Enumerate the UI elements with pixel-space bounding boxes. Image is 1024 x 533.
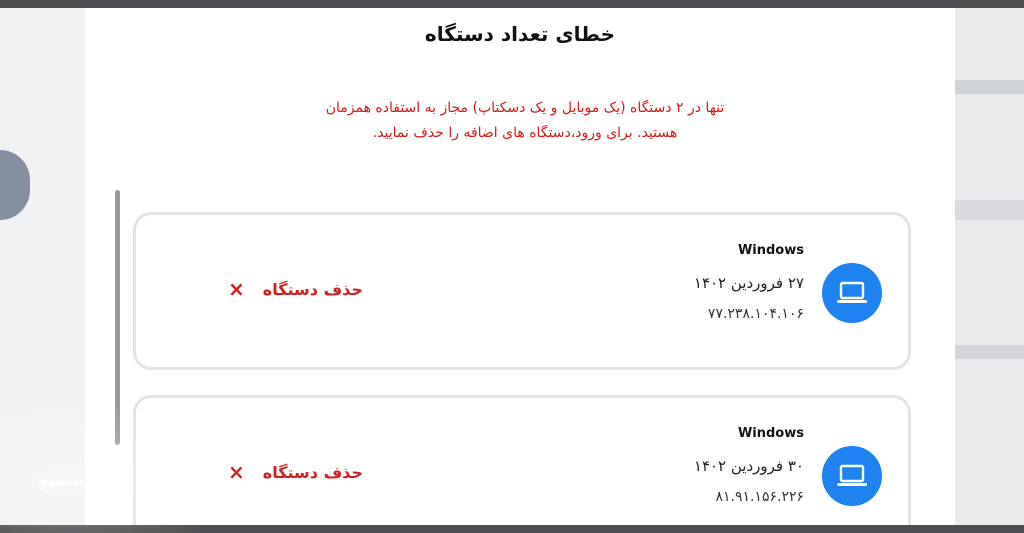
laptop-icon xyxy=(822,446,882,506)
background-blur-text xyxy=(954,200,1024,220)
logo-icon xyxy=(100,466,122,494)
device-os: Windows xyxy=(737,243,804,258)
background-blur-text xyxy=(954,345,1024,359)
dialog-title: خطای تعداد دستگاه xyxy=(424,22,616,46)
laptop-icon xyxy=(822,263,882,323)
device-card: Windows ۲۷ فروردین ۱۴۰۲ ۷۷.۲۳۸.۱۰۴.۱۰۶ ×… xyxy=(133,212,911,370)
device-date: ۲۷ فروردین ۱۴۰۲ xyxy=(693,274,804,292)
screen-border-top xyxy=(0,0,1024,8)
dialog-message-line: تنها در ۲ دستگاه (یک موبایل و یک دسکتاپ)… xyxy=(325,100,725,116)
dialog-message: تنها در ۲ دستگاه (یک موبایل و یک دسکتاپ)… xyxy=(245,96,805,146)
remove-device-label: حذف دستگاه xyxy=(262,279,363,299)
remove-device-button[interactable]: × حذف دستگاه xyxy=(228,279,363,299)
background-blur-text xyxy=(954,80,1024,94)
dialog-message-line: هستید. برای ورود،دستگاه های اضافه را حذف… xyxy=(372,125,678,141)
device-ip: ۸۱.۹۱.۱۵۶.۲۲۶ xyxy=(715,489,804,505)
watermark: رسمیو xyxy=(38,466,122,494)
device-os: Windows xyxy=(737,426,804,441)
device-date: ۳۰ فروردین ۱۴۰۲ xyxy=(693,457,804,475)
device-card: Windows ۳۰ فروردین ۱۴۰۲ ۸۱.۹۱.۱۵۶.۲۲۶ × … xyxy=(133,395,911,525)
close-icon: × xyxy=(228,277,245,301)
device-info: Windows ۳۰ فروردین ۱۴۰۲ ۸۱.۹۱.۱۵۶.۲۲۶ xyxy=(694,426,804,505)
remove-device-label: حذف دستگاه xyxy=(262,462,363,482)
watermark-text: رسمیو xyxy=(38,470,94,490)
remove-device-button[interactable]: × حذف دستگاه xyxy=(228,462,363,482)
device-ip: ۷۷.۲۳۸.۱۰۴.۱۰۶ xyxy=(707,306,804,322)
device-info: Windows ۲۷ فروردین ۱۴۰۲ ۷۷.۲۳۸.۱۰۴.۱۰۶ xyxy=(694,243,804,322)
